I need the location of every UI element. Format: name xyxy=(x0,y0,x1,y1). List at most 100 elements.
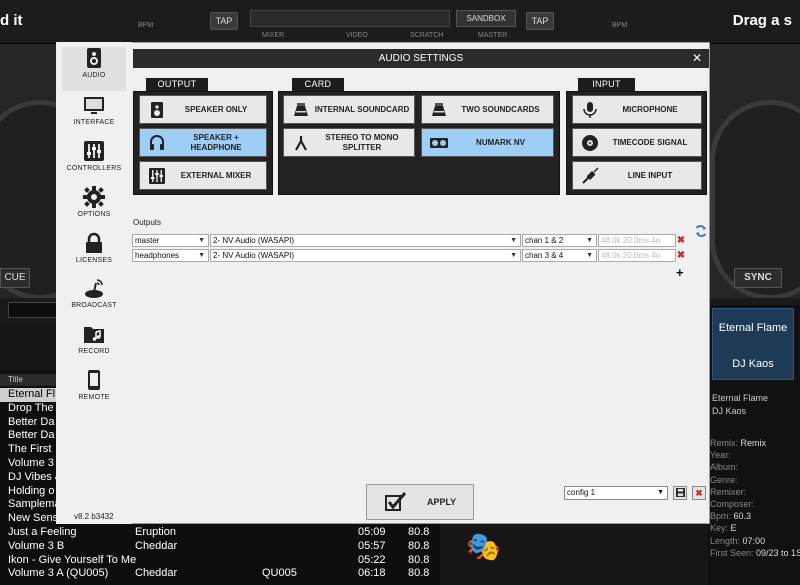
sidebar-item-record[interactable]: RECORD xyxy=(62,323,126,367)
option-label: TIMECODE SIGNAL xyxy=(612,137,688,147)
app-window: d it Drag a s BPM TAP TAP BPM SANDBOX MI… xyxy=(0,0,800,585)
splitter-icon xyxy=(295,136,307,151)
output-format-field[interactable]: 48.0k 20.0ms 4o xyxy=(598,234,676,247)
track-row[interactable]: Ikon - Give Yourself To Me 05:22 80.8 xyxy=(0,554,440,568)
output-device-select[interactable]: 2- NV Audio (WASAPI) ▼ xyxy=(210,249,521,262)
info-field-label: Key: xyxy=(710,523,729,534)
track-title: Ikon - Give Yourself To Me xyxy=(8,553,137,566)
card-group-label: CARD xyxy=(292,78,344,91)
chevron-down-icon: ▼ xyxy=(586,252,593,259)
track-title: Eternal Fl xyxy=(8,388,56,400)
speaker-icon xyxy=(151,102,163,118)
info-field-label: Composer: xyxy=(710,499,755,509)
apply-button[interactable]: APPLY xyxy=(366,484,474,520)
chevron-down-icon: ▼ xyxy=(198,237,205,244)
soundcard-icon xyxy=(294,103,308,116)
track-bpm: 80.8 xyxy=(408,539,430,552)
output-name-select[interactable]: master ▼ xyxy=(132,234,209,247)
theater-mask-icon[interactable]: 🎭 xyxy=(466,530,501,563)
output-device-select[interactable]: 2- NV Audio (WASAPI) ▼ xyxy=(210,234,521,247)
soundcards-icon xyxy=(432,103,446,116)
track-title: Volume 3 B xyxy=(8,539,65,552)
option-speaker-headphone[interactable]: SPEAKER + HEADPHONE xyxy=(139,128,267,157)
sidebar-item-audio[interactable]: AUDIO xyxy=(62,47,126,91)
track-title: Better Da xyxy=(8,429,55,442)
info-field-value: Remix xyxy=(740,438,767,448)
info-field: Key: E xyxy=(710,523,737,533)
option-microphone[interactable]: MICROPHONE xyxy=(572,95,702,124)
output-channel-select[interactable]: chan 1 & 2 ▼ xyxy=(522,234,597,247)
option-timecode-signal[interactable]: TIMECODE SIGNAL xyxy=(572,128,702,157)
sidebar-item-options[interactable]: OPTIONS xyxy=(62,186,126,230)
option-label: NUMARK NV xyxy=(476,137,525,147)
delete-config-button[interactable]: ✖ xyxy=(692,486,706,500)
tap-button-right[interactable]: TAP xyxy=(526,12,554,30)
sidebar-label-audio: AUDIO xyxy=(82,72,106,79)
option-label: INTERNAL SOUNDCARD xyxy=(314,104,410,114)
track-title: Volume 3 A (QU005) xyxy=(8,567,109,580)
track-title: Just a Feeling xyxy=(8,526,77,538)
sandbox-button[interactable]: SANDBOX xyxy=(456,10,516,27)
save-config-button[interactable] xyxy=(673,486,687,500)
info-field: Remixer: xyxy=(710,487,746,497)
sidebar-item-remote[interactable]: REMOTE xyxy=(62,369,126,413)
output-name-value: headphones xyxy=(135,251,180,260)
delete-icon: ✖ xyxy=(695,488,703,498)
track-row[interactable]: Just a Feeling Eruption 05:09 80.8 xyxy=(0,526,440,540)
sidebar-label-licenses: LICENSES xyxy=(75,257,113,264)
option-numark-nv[interactable]: NUMARK NV xyxy=(421,128,554,157)
vinyl-icon xyxy=(582,135,598,151)
refresh-icon[interactable] xyxy=(694,224,708,238)
output-device-value: 2- NV Audio (WASAPI) xyxy=(213,236,295,245)
tap-button-left[interactable]: TAP xyxy=(210,12,238,30)
option-internal-soundcard[interactable]: INTERNAL SOUNDCARD xyxy=(283,95,415,124)
output-channel-value: chan 1 & 2 xyxy=(525,236,564,245)
info-field: Bpm: 60.3 xyxy=(710,511,751,521)
chevron-down-icon: ▼ xyxy=(657,489,664,496)
sidebar-item-licenses[interactable]: LICENSES xyxy=(62,232,126,276)
option-external-mixer[interactable]: EXTERNAL MIXER xyxy=(139,161,267,190)
track-bpm: 80.8 xyxy=(408,553,430,566)
cue-button[interactable]: CUE xyxy=(0,268,30,288)
sandbox-label: SANDBOX xyxy=(466,14,506,23)
sidebar-item-controllers[interactable]: CONTROLLERS xyxy=(62,140,126,184)
track-row[interactable]: Volume 3 B Cheddar 05:57 80.8 xyxy=(0,540,440,554)
config-select[interactable]: config 1 ▼ xyxy=(564,486,668,500)
option-stereo-mono-splitter[interactable]: STEREO TO MONO SPLITTER xyxy=(283,128,415,157)
mixer-icon xyxy=(149,168,165,184)
delete-output-icon[interactable]: ✖ xyxy=(676,235,686,247)
save-icon xyxy=(675,488,685,497)
search-input[interactable] xyxy=(8,302,58,318)
output-name-value: master xyxy=(135,236,160,245)
info-field-value: 07:00 xyxy=(742,535,766,546)
delete-output-icon[interactable]: ✖ xyxy=(676,250,686,262)
sidebar-label-options: OPTIONS xyxy=(77,211,111,218)
option-two-soundcards[interactable]: TWO SOUNDCARDS xyxy=(421,95,554,124)
close-icon[interactable]: ✕ xyxy=(690,49,704,68)
waveform-overview[interactable] xyxy=(250,10,450,27)
checkbox-icon xyxy=(385,492,407,511)
sidebar-item-broadcast[interactable]: BROADCAST xyxy=(62,277,126,321)
info-field-label: Remixer: xyxy=(710,486,747,497)
output-channel-select[interactable]: chan 3 & 4 ▼ xyxy=(522,249,597,262)
info-field-value: 09/23 to 1Ste xyxy=(756,547,800,558)
chevron-down-icon: ▼ xyxy=(510,237,517,244)
sidebar-label-record: RECORD xyxy=(78,348,110,355)
output-format-value: 48.0k 20.0ms 4o xyxy=(601,251,661,260)
info-field-label: Genre: xyxy=(710,474,738,485)
sidebar-label-broadcast: BROADCAST xyxy=(71,302,117,309)
sidebar-item-interface[interactable]: INTERFACE xyxy=(62,94,126,138)
track-row[interactable]: Volume 3 A (QU005) Cheddar QU005 06:18 80.8 xyxy=(0,567,440,581)
info-field-label: Album: xyxy=(710,462,739,473)
track-title: Volume 3 xyxy=(8,457,54,469)
add-output-icon[interactable]: + xyxy=(676,265,684,280)
output-name-select[interactable]: headphones ▼ xyxy=(132,249,209,262)
sync-button[interactable]: SYNC xyxy=(734,268,782,288)
chevron-down-icon: ▼ xyxy=(586,237,593,244)
option-line-input[interactable]: LINE INPUT xyxy=(572,161,702,190)
option-label: EXTERNAL MIXER xyxy=(180,170,252,180)
option-speaker-only[interactable]: SPEAKER ONLY xyxy=(139,95,267,124)
info-artist: DJ Kaos xyxy=(712,406,747,416)
info-field-label: Remix: xyxy=(710,438,739,448)
output-format-field[interactable]: 48.0k 20.0ms 4o xyxy=(598,249,676,262)
